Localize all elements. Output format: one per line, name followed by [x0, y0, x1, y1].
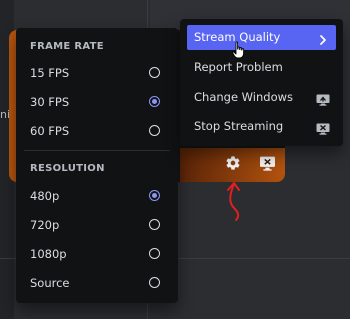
option-label: 60 FPS [30, 124, 70, 138]
menu-item-stop-streaming[interactable]: Stop Streaming [187, 114, 336, 139]
option-label: 480p [30, 189, 60, 203]
frame-rate-option-60[interactable]: 60 FPS [16, 118, 178, 146]
stream-context-menu: Stream Quality Report Problem Change Win… [180, 19, 343, 146]
menu-item-change-windows[interactable]: Change Windows [187, 85, 336, 110]
menu-item-stream-quality[interactable]: Stream Quality [187, 25, 336, 50]
stop-stream-icon [316, 120, 330, 139]
radio-button-checked[interactable] [149, 96, 160, 107]
stream-settings-menu: FRAME RATE 15 FPS 30 FPS 60 FPS RESOLUTI… [16, 28, 178, 303]
mouse-pointer-icon [232, 41, 246, 63]
menu-item-label: Change Windows [194, 90, 294, 104]
frame-rate-heading: FRAME RATE [30, 41, 104, 52]
gear-icon[interactable] [224, 154, 242, 172]
frame-rate-option-15[interactable]: 15 FPS [16, 60, 178, 88]
option-label: 30 FPS [30, 95, 70, 109]
screen-share-icon [316, 91, 330, 110]
option-label: 15 FPS [30, 66, 70, 80]
radio-button-checked[interactable] [149, 190, 160, 201]
stop-stream-icon[interactable] [258, 154, 276, 172]
resolution-heading: RESOLUTION [30, 163, 105, 174]
radio-button[interactable] [149, 125, 160, 136]
chevron-right-icon [319, 31, 327, 50]
menu-item-label: Stop Streaming [194, 119, 284, 133]
radio-button[interactable] [149, 277, 160, 288]
resolution-option-720p[interactable]: 720p [16, 212, 178, 240]
option-label: Source [30, 276, 70, 290]
resolution-option-1080p[interactable]: 1080p [16, 241, 178, 269]
frame-rate-option-30[interactable]: 30 FPS [16, 89, 178, 117]
resolution-option-480p[interactable]: 480p [16, 183, 178, 211]
option-label: 720p [30, 218, 60, 232]
menu-separator [24, 150, 170, 151]
red-arrow-icon [222, 180, 248, 226]
radio-button[interactable] [149, 67, 160, 78]
option-label: 1080p [30, 247, 67, 261]
menu-item-report-problem[interactable]: Report Problem [187, 55, 336, 80]
radio-button[interactable] [149, 248, 160, 259]
radio-button[interactable] [149, 219, 160, 230]
resolution-option-source[interactable]: Source [16, 270, 178, 298]
